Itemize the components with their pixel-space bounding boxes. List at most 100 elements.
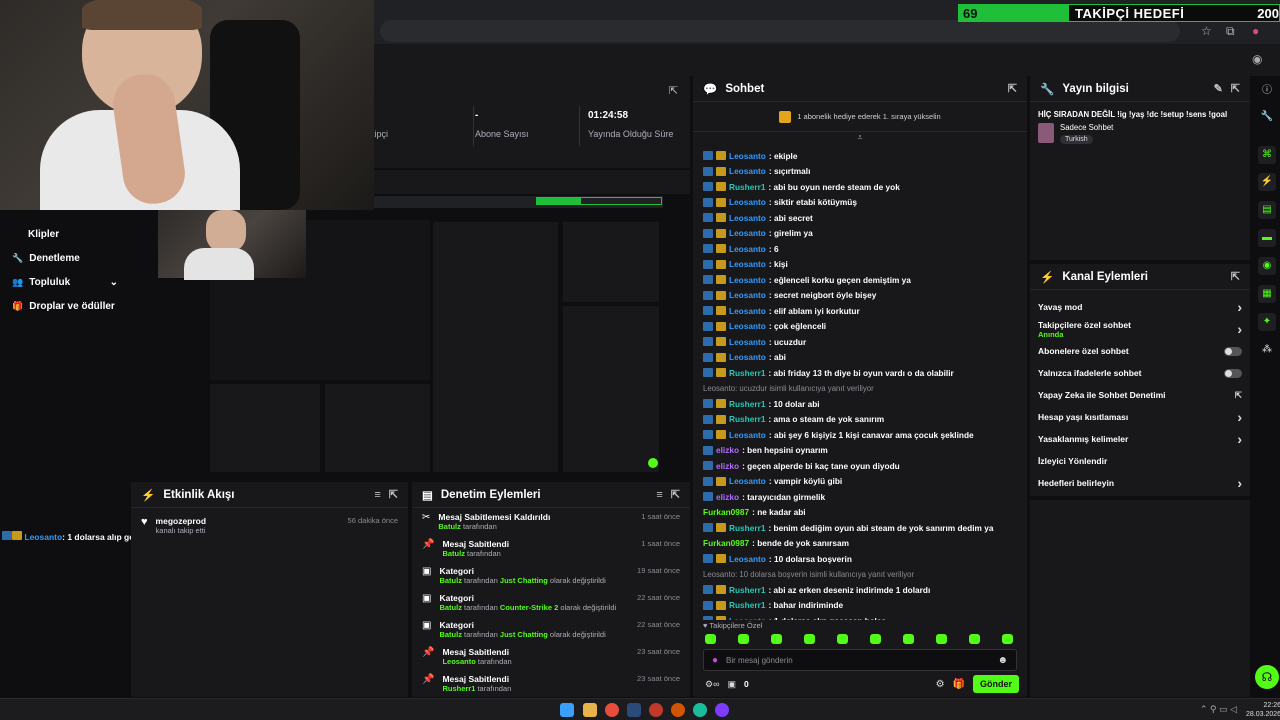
chat-username[interactable]: Leosanto xyxy=(729,228,766,238)
gift-sub-banner[interactable]: 1 abonelik hediye ederek 1. sıraya yükse… xyxy=(693,102,1027,132)
edge-icon[interactable] xyxy=(693,703,707,717)
edit-icon[interactable]: ✎ xyxy=(1214,82,1223,95)
chat-username[interactable]: Leosanto xyxy=(729,151,766,161)
chat-username[interactable]: Rusherr1 xyxy=(729,399,765,409)
chat-username[interactable]: Leosanto xyxy=(729,321,766,331)
chat-username[interactable]: Rusherr1 xyxy=(729,585,765,595)
chat-username[interactable]: Leosanto xyxy=(729,352,766,362)
sidebar-item-community[interactable]: 👥 Topluluk ⌄ xyxy=(0,270,130,294)
chat-username[interactable]: Leosanto xyxy=(729,476,766,486)
channel-action-item[interactable]: Takipçilere özel sohbet Anında › xyxy=(1030,318,1250,340)
channel-action-item[interactable]: Hesap yaşı kısıtlaması › xyxy=(1030,406,1250,428)
mod-actor[interactable]: Leosanto xyxy=(442,657,475,666)
app-icon[interactable] xyxy=(671,703,685,717)
profile-icon[interactable]: ● xyxy=(1252,24,1259,38)
tray-icons[interactable]: ⌃ ⚲ ▭ ◁ xyxy=(1200,704,1237,715)
address-bar[interactable] xyxy=(380,20,1180,42)
extensions-icon[interactable]: ⧉ xyxy=(1226,24,1235,39)
popout-icon[interactable]: ⇱ xyxy=(1231,82,1240,95)
chat-username[interactable]: Leosanto xyxy=(729,430,766,440)
mod-actor[interactable]: Batulz xyxy=(439,630,462,639)
chat-username[interactable]: Leosanto xyxy=(729,244,766,254)
chat-username[interactable]: Leosanto xyxy=(729,166,766,176)
wrench-icon[interactable]: 🔧 xyxy=(1258,108,1276,126)
popout-icon[interactable]: ⇱ xyxy=(1231,270,1240,283)
star-icon[interactable]: ☆ xyxy=(1201,24,1212,38)
avatar[interactable]: ◉ xyxy=(1252,52,1262,66)
folder-icon[interactable] xyxy=(583,703,597,717)
chevron-right-icon: › xyxy=(1237,321,1242,337)
tools-icon[interactable]: ✦ xyxy=(1258,313,1276,331)
obs-icon[interactable] xyxy=(715,703,729,717)
channel-action-item[interactable]: Yapay Zeka ile Sohbet Denetimi ⇱ xyxy=(1030,384,1250,406)
popout-icon[interactable]: ⇱ xyxy=(671,488,680,501)
chat-username[interactable]: Leosanto xyxy=(729,290,766,300)
chat-username[interactable]: Rusherr1 xyxy=(729,182,765,192)
lightning-icon[interactable]: ⚡ xyxy=(1258,173,1276,191)
mod-actor[interactable]: Batulz xyxy=(442,549,465,558)
sidebar-item-clips[interactable]: Klipler xyxy=(0,222,130,246)
mod-actor[interactable]: Batulz xyxy=(438,522,461,531)
mod-actor[interactable]: Batulz xyxy=(439,576,462,585)
steam-icon[interactable] xyxy=(627,703,641,717)
toggle-switch[interactable] xyxy=(1224,346,1242,356)
sidebar-item-moderation[interactable]: 🔧 Denetleme xyxy=(0,246,130,270)
filter-icon[interactable]: ≡ xyxy=(656,489,662,501)
channel-action-item[interactable]: Yasaklanmış kelimeler › xyxy=(1030,428,1250,450)
chat-message: Leosanto: 10 dolarsa boşverin xyxy=(693,551,1027,567)
chat-username[interactable]: Rusherr1 xyxy=(729,600,765,610)
info-icon[interactable]: ⓘ xyxy=(1258,82,1276,100)
mod-actor[interactable]: Batulz xyxy=(439,603,462,612)
send-button[interactable]: Gönder xyxy=(972,675,1019,693)
chat-username[interactable]: elizko xyxy=(716,445,739,455)
chat-input[interactable]: ● Bir mesaj gönderin ☻ xyxy=(703,649,1017,671)
chat-icon[interactable]: ▬ xyxy=(1258,229,1276,247)
broadcast-icon[interactable]: ◉ xyxy=(1258,257,1276,275)
chat-username[interactable]: Leosanto xyxy=(729,306,766,316)
chat-username[interactable]: Furkan0987 xyxy=(703,507,749,517)
support-icon[interactable]: ☊ xyxy=(1255,665,1279,689)
chat-username[interactable]: Leosanto xyxy=(729,554,766,564)
mod-action-time: 1 saat önce xyxy=(641,539,680,548)
clipboard-icon[interactable]: ▤ xyxy=(1258,201,1276,219)
chat-username[interactable]: Leosanto xyxy=(729,197,766,207)
chat-username[interactable]: Furkan0987 xyxy=(703,538,749,548)
chat-username[interactable]: Rusherr1 xyxy=(729,368,765,378)
chat-username[interactable]: Leosanto xyxy=(729,337,766,347)
toggle-switch[interactable] xyxy=(1224,368,1242,378)
channel-action-item[interactable]: Hedefleri belirleyin › xyxy=(1030,472,1250,494)
layout-icon[interactable]: ▦ xyxy=(1258,285,1276,303)
chat-username[interactable]: Rusherr1 xyxy=(729,414,765,424)
mod-action-title: Mesaj Sabitlendi xyxy=(442,647,510,657)
chat-username[interactable]: elizko xyxy=(716,461,739,471)
gift-icon[interactable]: 🎁 xyxy=(953,679,965,690)
emoji-icon[interactable]: ☻ xyxy=(997,655,1008,666)
mic-icon[interactable]: ● xyxy=(712,655,718,666)
popout-icon[interactable]: ⇱ xyxy=(389,488,398,501)
clock[interactable]: 22:26 28.03.2026 xyxy=(1246,701,1280,719)
sidebar-item-drops[interactable]: 🎁 Droplar ve ödüller xyxy=(0,294,130,318)
start-icon[interactable] xyxy=(560,703,574,717)
chat-username[interactable]: elizko xyxy=(716,492,739,502)
filter-icon[interactable]: ≡ xyxy=(374,489,380,501)
opera-icon[interactable] xyxy=(649,703,663,717)
channel-action-item[interactable]: İzleyici Yönlendir xyxy=(1030,450,1250,472)
chat-username[interactable]: Leosanto xyxy=(729,616,766,620)
more-icon[interactable]: ⁂ xyxy=(1258,341,1276,359)
popout-icon[interactable]: ⇱ xyxy=(1008,82,1017,95)
pinned-expand-icon[interactable]: ⩡ xyxy=(693,132,1027,144)
popout-icon[interactable]: ⇱ xyxy=(669,84,678,97)
chrome-icon[interactable] xyxy=(605,703,619,717)
mod-actor[interactable]: Rusherr1 xyxy=(442,684,475,693)
settings-icon[interactable]: ⚙ xyxy=(936,679,945,690)
channel-action-item[interactable]: Yavaş mod › xyxy=(1030,296,1250,318)
chat-username[interactable]: Leosanto xyxy=(729,259,766,269)
chat-username[interactable]: Rusherr1 xyxy=(729,523,765,533)
chat-username[interactable]: Leosanto xyxy=(729,275,766,285)
chat-username[interactable]: Leosanto xyxy=(729,213,766,223)
mod-tools-icon[interactable]: ⚙∞ xyxy=(705,679,719,690)
channel-action-item[interactable]: Abonelere özel sohbet xyxy=(1030,340,1250,362)
mod-view-icon[interactable]: ⌘ xyxy=(1258,146,1276,164)
channel-action-item[interactable]: Yalnızca ifadelerle sohbet xyxy=(1030,362,1250,384)
emote-bar[interactable] xyxy=(705,634,1035,647)
